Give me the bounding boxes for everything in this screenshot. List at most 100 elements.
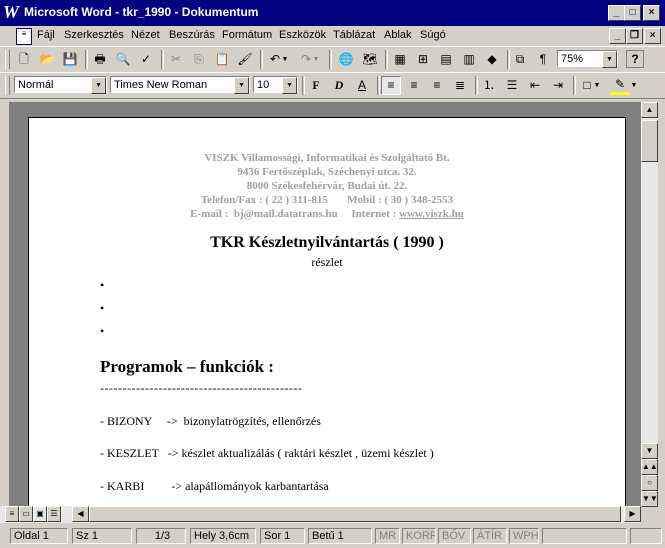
italic-button[interactable]: D: [329, 76, 349, 95]
toolbar-grip[interactable]: [5, 76, 10, 95]
insert-hyperlink-icon[interactable]: 🌐: [336, 50, 356, 69]
doc-close-button[interactable]: ×: [644, 28, 661, 44]
align-left-icon[interactable]: ≡: [381, 76, 401, 95]
scroll-down-icon[interactable]: ▼: [641, 443, 658, 459]
align-right-icon[interactable]: ≡: [427, 76, 447, 95]
scroll-up-icon[interactable]: ▲: [641, 102, 658, 118]
horizontal-scroll-thumb[interactable]: [89, 506, 621, 522]
show-hide-icon[interactable]: ¶: [533, 50, 553, 69]
border-dropdown-icon[interactable]: ▼: [592, 76, 602, 95]
zoom-combo[interactable]: 75% ▼: [557, 50, 618, 68]
menu-table[interactable]: Táblázat: [333, 29, 375, 41]
style-combo[interactable]: Normál ▼: [14, 76, 107, 94]
open-folder-icon[interactable]: 📂: [37, 50, 57, 69]
spelling-icon[interactable]: ✓: [136, 50, 156, 69]
new-document-icon[interactable]: 🗋: [14, 50, 34, 69]
web-layout-icon[interactable]: ▭: [19, 506, 33, 522]
copy-icon[interactable]: ⎘: [189, 50, 209, 69]
status-overtype[interactable]: ÁTÍR: [473, 528, 507, 544]
separator: [161, 50, 164, 69]
chevron-down-icon[interactable]: ▼: [91, 77, 106, 94]
font-size-combo[interactable]: 10 ▼: [253, 76, 298, 94]
web-toolbar-icon[interactable]: 🗺: [360, 50, 380, 69]
menu-insert[interactable]: Beszúrás: [169, 29, 215, 41]
scroll-left-icon[interactable]: ◀: [72, 506, 89, 522]
align-center-icon[interactable]: ≡: [404, 76, 424, 95]
font-combo[interactable]: Times New Roman ▼: [110, 76, 250, 94]
save-icon[interactable]: 💾: [60, 50, 80, 69]
document-subtitle: részlet: [311, 255, 343, 269]
toolbar-grip[interactable]: [5, 50, 10, 69]
function-item-keszlet: - KESZLET -> készlet aktualizálás ( rakt…: [100, 446, 434, 460]
document-icon[interactable]: ≡: [16, 28, 32, 45]
maximize-button[interactable]: □: [624, 5, 641, 21]
doc-minimize-button[interactable]: _: [609, 28, 626, 44]
bold-button[interactable]: F: [306, 76, 326, 95]
outline-view-icon[interactable]: ☰: [47, 506, 61, 522]
menu-view[interactable]: Nézet: [131, 29, 160, 41]
website-link[interactable]: www.viszk.hu: [399, 208, 464, 220]
menu-tools[interactable]: Eszközök: [279, 29, 326, 41]
minimize-button[interactable]: _: [608, 5, 625, 21]
next-page-icon[interactable]: ▼▼: [641, 491, 658, 507]
insert-excel-icon[interactable]: ▤: [436, 50, 456, 69]
increase-indent-icon[interactable]: ⇥: [548, 76, 568, 95]
columns-icon[interactable]: ▥: [459, 50, 479, 69]
function-item-bizony: - BIZONY -> bizonylatrögzítés, ellenőrzé…: [100, 414, 321, 428]
undo-dropdown-icon[interactable]: ▼: [280, 50, 290, 69]
scroll-thumb[interactable]: [641, 120, 658, 162]
highlight-icon[interactable]: ✎: [610, 76, 630, 95]
print-layout-icon[interactable]: ▣: [33, 506, 47, 522]
drawing-icon[interactable]: ◆: [482, 50, 502, 69]
bullet-item: •: [100, 301, 105, 315]
formatting-toolbar: Normál ▼ Times New Roman ▼ 10 ▼ F D A ≡ …: [0, 72, 665, 99]
window-title: Microsoft Word - tkr_1990 - Dokumentum: [24, 5, 259, 19]
scroll-right-icon[interactable]: ▶: [624, 506, 641, 522]
chevron-down-icon[interactable]: ▼: [234, 77, 249, 94]
print-icon[interactable]: 🖶: [90, 50, 110, 69]
redo-dropdown-icon[interactable]: ▼: [311, 50, 321, 69]
bullet-item: •: [100, 278, 105, 292]
menu-bar: ≡ Fájl Szerkesztés Nézet Beszúrás Formát…: [0, 26, 665, 47]
document-area[interactable]: VISZK Villamossági, Informatikai és Szol…: [9, 102, 641, 506]
status-wph[interactable]: WPH: [509, 528, 539, 544]
menu-file[interactable]: Fájl: [37, 29, 55, 41]
document-page[interactable]: VISZK Villamossági, Informatikai és Szol…: [28, 117, 626, 506]
numbering-icon[interactable]: ⒈: [479, 76, 499, 95]
insert-table-icon[interactable]: ⊞: [413, 50, 433, 69]
close-button[interactable]: ×: [643, 5, 660, 21]
menu-window[interactable]: Ablak: [384, 29, 412, 41]
status-extend[interactable]: BŐV: [438, 528, 471, 544]
menu-format[interactable]: Formátum: [222, 29, 272, 41]
underline-button[interactable]: A: [352, 76, 372, 95]
highlight-dropdown-icon[interactable]: ▼: [629, 76, 639, 95]
separator: [302, 76, 305, 95]
print-preview-icon[interactable]: 🔍: [113, 50, 133, 69]
tables-borders-icon[interactable]: ▦: [390, 50, 410, 69]
menu-edit[interactable]: Szerkesztés: [64, 29, 124, 41]
previous-page-icon[interactable]: ▲▲: [641, 459, 658, 475]
justify-icon[interactable]: ≣: [450, 76, 470, 95]
status-track-changes[interactable]: KORR: [402, 528, 436, 544]
office-assistant-icon[interactable]: ?: [626, 50, 644, 68]
normal-view-icon[interactable]: ≡: [5, 506, 19, 522]
status-column: Betű 1: [308, 528, 372, 544]
style-value: Normál: [18, 79, 54, 91]
menu-help[interactable]: Súgó: [420, 29, 446, 41]
bullets-icon[interactable]: ☰: [502, 76, 522, 95]
horizontal-scrollbar[interactable]: ≡ ▭ ▣ ☰ ◀ ▶: [0, 506, 641, 523]
chevron-down-icon[interactable]: ▼: [602, 51, 617, 68]
decrease-indent-icon[interactable]: ⇤: [525, 76, 545, 95]
format-painter-icon[interactable]: 🖌: [235, 50, 255, 69]
status-macro-record[interactable]: MR: [375, 528, 400, 544]
cut-icon[interactable]: ✂: [166, 50, 186, 69]
vertical-scrollbar[interactable]: ▲ ▼ ▲▲ ○ ▼▼: [641, 102, 658, 507]
word-app-icon[interactable]: W: [3, 2, 21, 22]
document-title: TKR Készletnyilvántartás ( 1990 ): [210, 234, 444, 251]
paste-icon[interactable]: 📋: [212, 50, 232, 69]
chevron-down-icon[interactable]: ▼: [282, 77, 297, 94]
doc-restore-button[interactable]: ❐: [626, 28, 643, 44]
select-browse-object-icon[interactable]: ○: [641, 475, 658, 491]
separator: [85, 50, 88, 69]
document-map-icon[interactable]: ⧉: [510, 50, 530, 69]
